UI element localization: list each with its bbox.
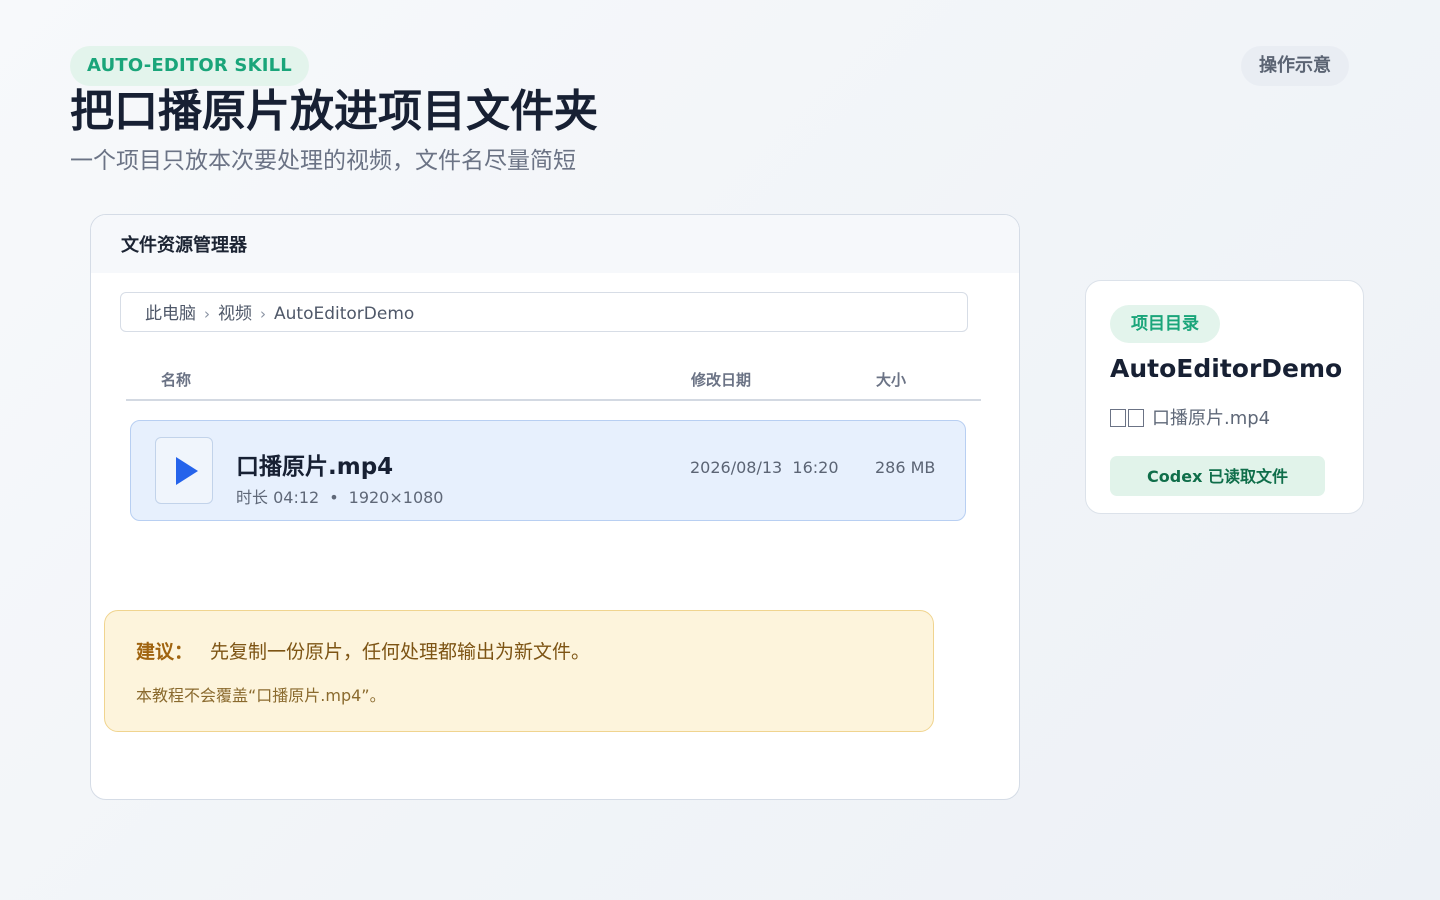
page-title: 把口播原片放进项目文件夹 bbox=[70, 86, 598, 137]
breadcrumb-current-folder[interactable]: AutoEditorDemo bbox=[274, 304, 414, 324]
project-folder-name: AutoEditorDemo bbox=[1110, 354, 1343, 383]
project-directory-card: 项目目录 AutoEditorDemo 口播原片.mp4 Codex 已读取文件 bbox=[1085, 280, 1364, 514]
tip-text: 先复制一份原片，任何处理都输出为新文件。 bbox=[210, 641, 591, 663]
breadcrumb-separator: › bbox=[260, 305, 266, 323]
column-header-name[interactable]: 名称 bbox=[161, 369, 191, 390]
project-file-entry: 口播原片.mp4 bbox=[1110, 404, 1270, 430]
breadcrumb-this-pc[interactable]: 此电脑 bbox=[145, 304, 196, 324]
tip-note: 本教程不会覆盖“口播原片.mp4”。 bbox=[136, 686, 386, 705]
meta-separator: • bbox=[329, 488, 339, 507]
column-header-size[interactable]: 大小 bbox=[876, 369, 906, 390]
demo-label-chip: 操作示意 bbox=[1241, 46, 1349, 86]
file-explorer-window: 文件资源管理器 此电脑 › 视频 › AutoEditorDemo 名称 修改日期 大小… bbox=[90, 214, 1020, 800]
window-title: 文件资源管理器 bbox=[91, 215, 1019, 273]
missing-glyph-icon bbox=[1110, 409, 1126, 427]
file-duration: 时长 04:12 bbox=[236, 488, 320, 507]
skill-badge: AUTO-EDITOR SKILL bbox=[70, 46, 309, 86]
breadcrumb-separator: › bbox=[204, 305, 210, 323]
breadcrumb-videos[interactable]: 视频 bbox=[218, 304, 252, 324]
project-file-name: 口播原片.mp4 bbox=[1152, 408, 1271, 429]
file-resolution: 1920×1080 bbox=[348, 488, 444, 507]
tip-callout: 建议： 先复制一份原片，任何处理都输出为新文件。 本教程不会覆盖“口播原片.mp… bbox=[104, 610, 934, 732]
project-directory-badge: 项目目录 bbox=[1110, 305, 1220, 343]
file-name: 口播原片.mp4 bbox=[236, 454, 394, 480]
column-divider bbox=[126, 399, 981, 401]
codex-read-status: Codex 已读取文件 bbox=[1110, 456, 1325, 496]
file-modified-date: 2026/08/13 16:20 bbox=[690, 458, 839, 477]
file-row-selected[interactable]: 口播原片.mp4 时长 04:12 • 1920×1080 2026/08/13 1… bbox=[130, 420, 966, 521]
breadcrumb[interactable]: 此电脑 › 视频 › AutoEditorDemo bbox=[120, 292, 968, 332]
play-icon bbox=[176, 457, 198, 485]
column-header-modified[interactable]: 修改日期 bbox=[691, 369, 751, 390]
file-meta: 时长 04:12 • 1920×1080 bbox=[236, 484, 443, 508]
page-subtitle: 一个项目只放本次要处理的视频，文件名尽量简短 bbox=[70, 148, 576, 174]
file-size: 286 MB bbox=[875, 458, 936, 477]
video-file-thumbnail bbox=[155, 437, 213, 504]
missing-glyph-icon bbox=[1128, 409, 1144, 427]
tip-label: 建议： bbox=[136, 641, 194, 663]
